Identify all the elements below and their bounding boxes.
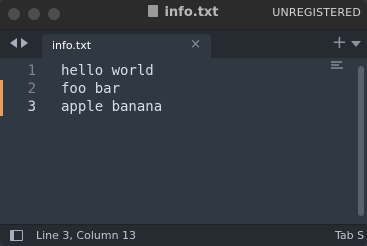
cursor-position: Line 3, Column 13 [36, 229, 137, 242]
minimap[interactable] [331, 61, 347, 69]
line-number: 2 [0, 80, 48, 98]
line-number: 3 [0, 98, 48, 116]
vertical-scrollbar[interactable] [358, 66, 364, 216]
panel-toggle-icon[interactable] [10, 230, 23, 241]
tab-info-txt[interactable]: info.txt × [42, 34, 211, 58]
editor-area[interactable]: 1 2 3 hello world foo bar apple banana [0, 58, 367, 224]
title-bar: info.txt UNREGISTERED [0, 0, 367, 30]
forward-arrow-icon[interactable] [21, 38, 28, 48]
line-number-gutter: 1 2 3 [0, 62, 48, 116]
status-bar: Line 3, Column 13 Tab S [0, 224, 367, 246]
code-line[interactable]: hello world [61, 62, 162, 80]
tab-label: info.txt [52, 39, 92, 52]
file-icon [148, 5, 159, 17]
chevron-down-icon[interactable] [351, 41, 361, 47]
close-icon[interactable]: × [190, 37, 201, 53]
editor-window: info.txt UNREGISTERED info.txt × + 1 2 3… [0, 0, 367, 246]
line-number: 1 [27, 63, 36, 79]
code-line[interactable]: apple banana [61, 98, 162, 116]
code-text[interactable]: hello world foo bar apple banana [61, 62, 162, 116]
tab-size-indicator[interactable]: Tab S [335, 229, 364, 242]
plus-icon[interactable]: + [332, 33, 347, 53]
back-arrow-icon[interactable] [10, 38, 17, 48]
code-line[interactable]: foo bar [61, 80, 162, 98]
registration-status: UNREGISTERED [272, 6, 361, 19]
window-title: info.txt [164, 5, 219, 20]
tab-bar: info.txt × + [0, 30, 367, 58]
